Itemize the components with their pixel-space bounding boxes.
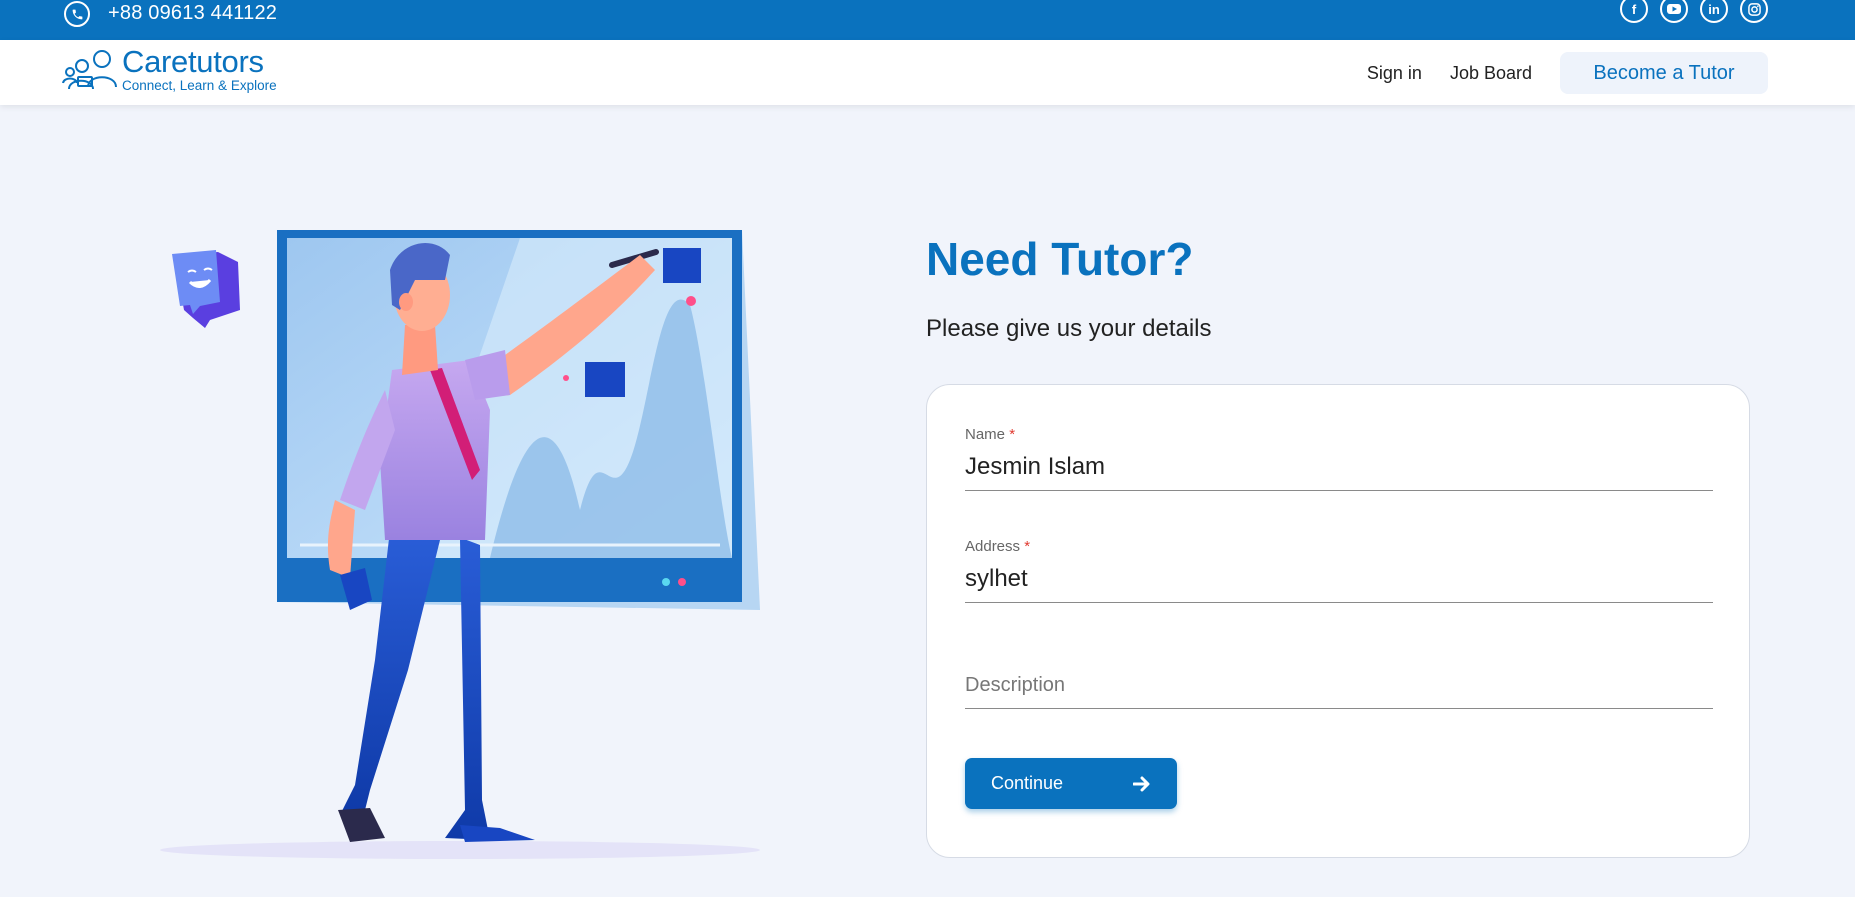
brand-name: Caretutors	[122, 44, 264, 79]
facebook-icon[interactable]: f	[1620, 0, 1648, 23]
arrow-right-icon	[1133, 776, 1150, 791]
continue-button[interactable]: Continue	[965, 758, 1177, 809]
become-tutor-button[interactable]: Become a Tutor	[1560, 52, 1768, 94]
main-navbar: Caretutors Connect, Learn & Explore Sign…	[0, 40, 1855, 105]
required-mark: *	[1024, 538, 1031, 555]
address-input[interactable]: sylhet	[965, 560, 1713, 603]
phone-contact[interactable]: +88 09613 441122	[64, 0, 278, 27]
name-label: Name *	[965, 426, 1016, 443]
name-field: Name * Jesmin Islam	[965, 426, 1713, 491]
instagram-icon[interactable]	[1740, 0, 1768, 23]
tutor-request-form: Name * Jesmin Islam Address * sylhet Des…	[926, 384, 1750, 858]
phone-icon	[64, 1, 90, 27]
description-field: Description	[965, 661, 1713, 709]
address-label: Address *	[965, 538, 1031, 555]
page-title: Need Tutor?	[926, 233, 1194, 285]
nav-links: Sign in Job Board Become a Tutor	[1367, 52, 1768, 94]
smile-chat-icon	[172, 250, 240, 328]
page-subtitle: Please give us your details	[926, 315, 1212, 342]
continue-label: Continue	[991, 773, 1064, 793]
brand-logo[interactable]: Caretutors Connect, Learn & Explore	[62, 46, 277, 93]
youtube-icon[interactable]	[1660, 0, 1688, 23]
phone-number: +88 09613 441122	[108, 1, 278, 24]
logo-people-icon	[62, 50, 117, 90]
social-links: f in	[1620, 0, 1768, 23]
linkedin-icon[interactable]: in	[1700, 0, 1728, 23]
top-contact-bar: +88 09613 441122 f in	[0, 0, 1855, 40]
hero-illustration	[160, 210, 800, 870]
brand-tagline: Connect, Learn & Explore	[122, 78, 277, 93]
required-mark: *	[1009, 426, 1016, 443]
address-field: Address * sylhet	[965, 538, 1713, 603]
description-input[interactable]: Description	[965, 666, 1713, 709]
name-input[interactable]: Jesmin Islam	[965, 448, 1713, 491]
job-board-link[interactable]: Job Board	[1450, 63, 1532, 84]
sign-in-link[interactable]: Sign in	[1367, 63, 1422, 84]
